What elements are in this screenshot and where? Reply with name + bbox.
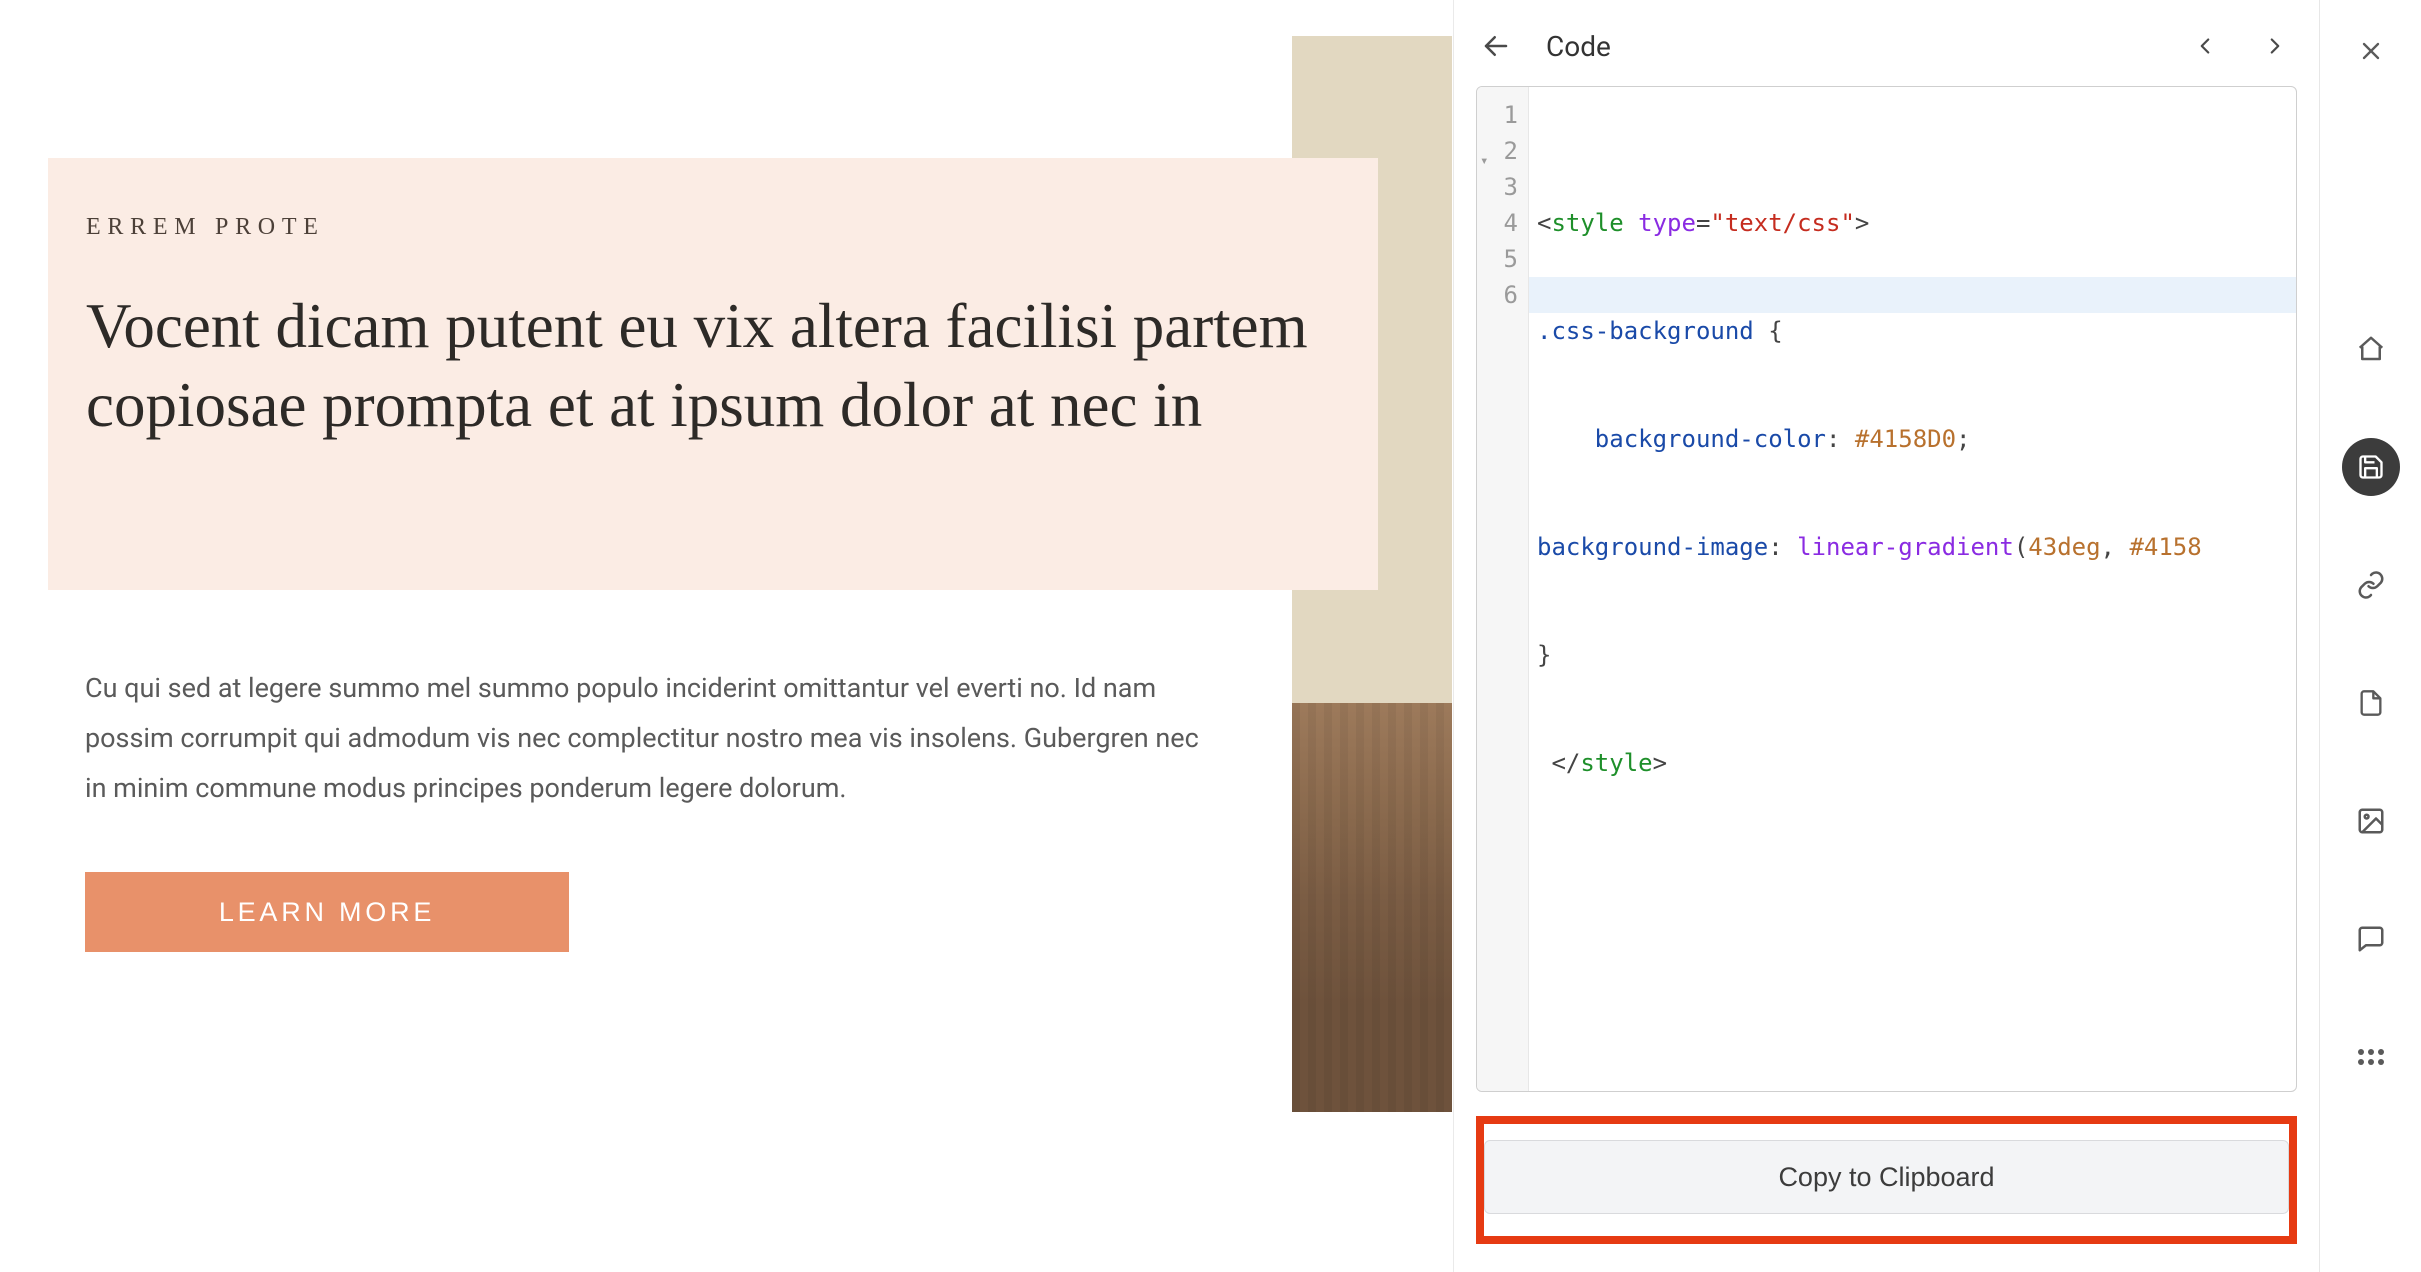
line-number: 5 — [1483, 241, 1518, 277]
panel-nav-arrows — [2183, 24, 2297, 68]
more-icon[interactable] — [2342, 1028, 2400, 1086]
code-side-panel: Code 1 ▾2 3 4 5 6 <style — [1453, 0, 2319, 1272]
preview-headline: Vocent dicam putent eu vix altera facili… — [86, 287, 1318, 445]
code-gutter: 1 ▾2 3 4 5 6 — [1477, 87, 1529, 1091]
link-icon[interactable] — [2342, 556, 2400, 614]
preview-eyebrow: ERREM PROTE — [86, 214, 1318, 241]
code-text-area[interactable]: <style type="text/css"> .css-background … — [1529, 87, 2296, 1091]
line-number: 6 — [1483, 277, 1518, 313]
active-line-highlight — [1529, 277, 2296, 313]
save-icon[interactable] — [2342, 438, 2400, 496]
preview-body-copy: Cu qui sed at legere summo mel summo pop… — [85, 664, 1215, 814]
preview-canvas: ERREM PROTE Vocent dicam putent eu vix a… — [0, 0, 1453, 1272]
copy-to-clipboard-button[interactable]: Copy to Clipboard — [1484, 1140, 2289, 1214]
next-icon[interactable] — [2253, 24, 2297, 68]
file-icon[interactable] — [2342, 674, 2400, 732]
back-icon[interactable] — [1474, 24, 1518, 68]
home-icon[interactable] — [2342, 320, 2400, 378]
prev-icon[interactable] — [2183, 24, 2227, 68]
close-icon[interactable] — [2342, 22, 2400, 80]
code-editor[interactable]: 1 ▾2 3 4 5 6 <style type="text/css"> .cs… — [1476, 86, 2297, 1092]
comment-icon[interactable] — [2342, 910, 2400, 968]
line-number: 4 — [1483, 205, 1518, 241]
right-tool-rail — [2319, 0, 2421, 1272]
app-root: ERREM PROTE Vocent dicam putent eu vix a… — [0, 0, 2421, 1272]
preview-text-card: ERREM PROTE Vocent dicam putent eu vix a… — [48, 158, 1378, 590]
copy-button-highlight: Copy to Clipboard — [1476, 1116, 2297, 1244]
image-icon[interactable] — [2342, 792, 2400, 850]
panel-title: Code — [1546, 30, 1611, 63]
learn-more-button[interactable]: LEARN MORE — [85, 872, 569, 952]
panel-header: Code — [1454, 0, 2319, 86]
line-number: ▾2 — [1483, 133, 1518, 169]
line-number: 1 — [1483, 97, 1518, 133]
line-number: 3 — [1483, 169, 1518, 205]
